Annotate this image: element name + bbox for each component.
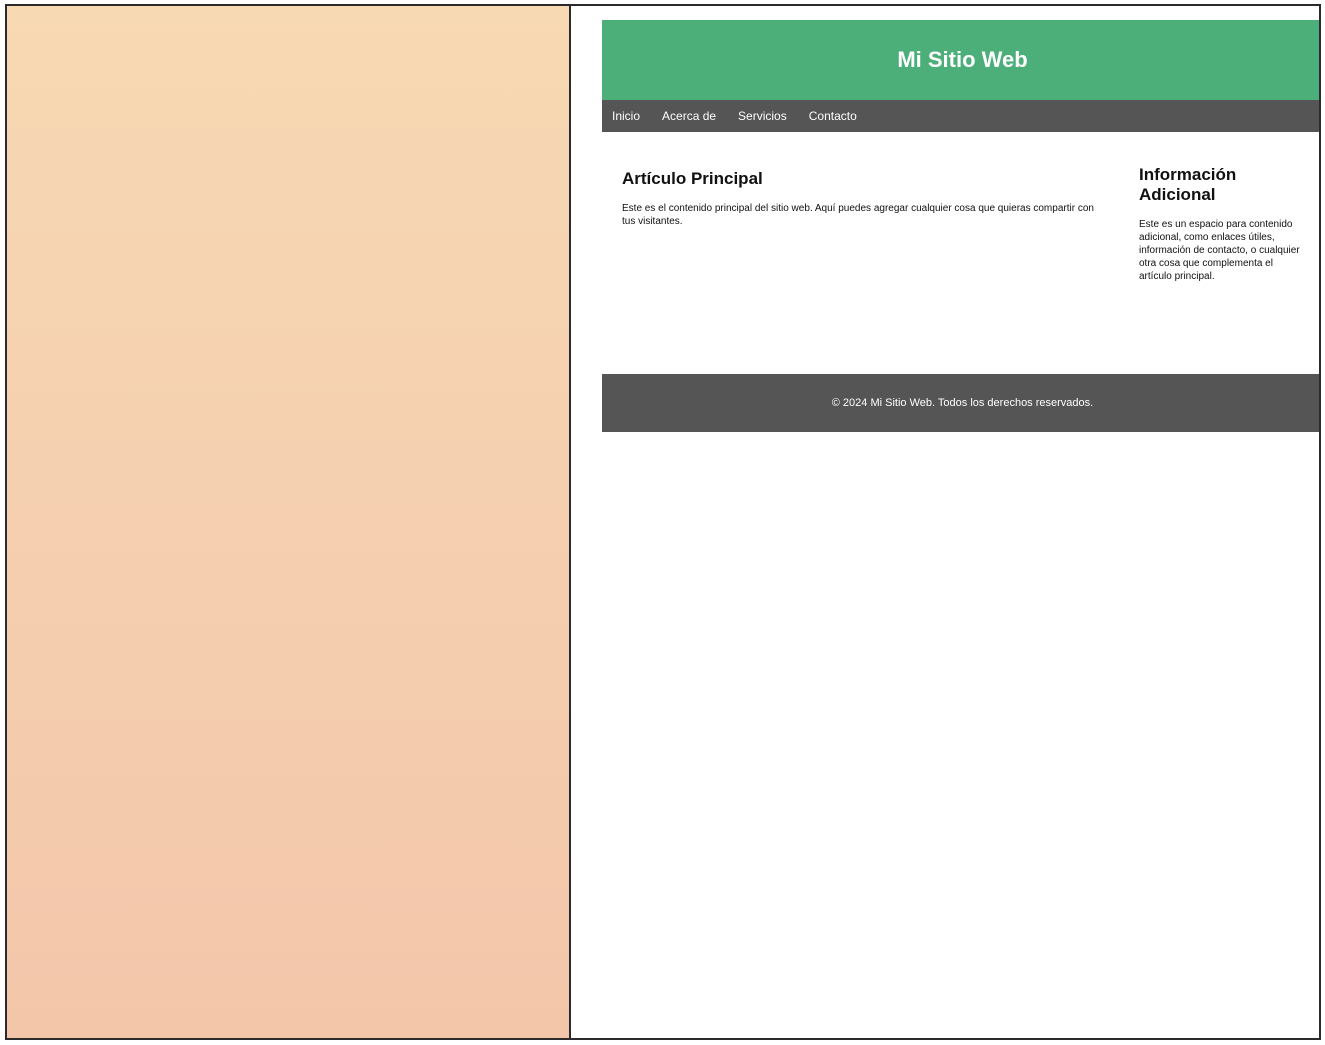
nav-link-inicio[interactable]: Inicio xyxy=(612,109,640,123)
site-footer: © 2024 Mi Sitio Web. Todos los derechos … xyxy=(602,374,1319,432)
website-preview: Mi Sitio Web Inicio Acerca de Servicios … xyxy=(602,20,1319,432)
nav-link-acerca-de[interactable]: Acerca de xyxy=(662,109,716,123)
aside-body: Este es un espacio para contenido adicio… xyxy=(1139,219,1300,282)
nav-link-servicios[interactable]: Servicios xyxy=(738,109,787,123)
sidebar-aside: Información Adicional Este es un espacio… xyxy=(1139,165,1304,283)
nav-link-contacto[interactable]: Contacto xyxy=(809,109,857,123)
site-header: Mi Sitio Web xyxy=(602,20,1319,100)
site-title: Mi Sitio Web xyxy=(897,47,1028,72)
content-area: Artículo Principal Este es el contenido … xyxy=(602,132,1319,374)
aside-heading: Información Adicional xyxy=(1139,165,1237,204)
footer-copyright: © 2024 Mi Sitio Web. Todos los derechos … xyxy=(831,397,1094,409)
main-article-heading: Artículo Principal xyxy=(622,169,763,188)
screenshot-frame: Mi Sitio Web Inicio Acerca de Servicios … xyxy=(5,4,1321,1040)
main-article-body: Este es el contenido principal del sitio… xyxy=(622,203,1094,227)
site-nav: Inicio Acerca de Servicios Contacto xyxy=(602,100,1319,132)
left-blank-panel xyxy=(7,6,569,1038)
panel-divider xyxy=(569,6,571,1038)
main-article: Artículo Principal Este es el contenido … xyxy=(622,169,1102,228)
